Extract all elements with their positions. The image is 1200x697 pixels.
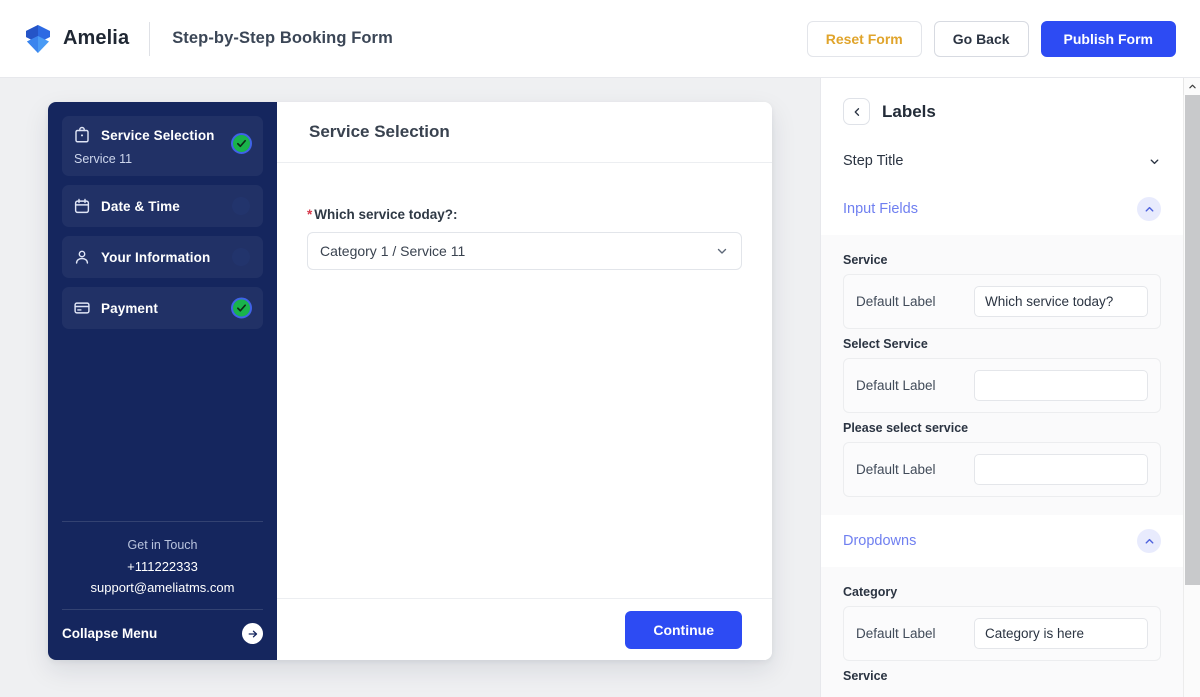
collapse-menu-label: Collapse Menu <box>62 626 158 641</box>
service-select-dropdown[interactable]: Category 1 / Service 11 <box>307 232 742 270</box>
amelia-cube-logo-icon <box>26 24 50 53</box>
scrollbar-thumb[interactable] <box>1185 95 1200 585</box>
labels-panel-title: Labels <box>882 101 936 121</box>
brand-name: Amelia <box>63 27 130 49</box>
group-title-category: Category <box>843 585 898 599</box>
booking-step-date-time[interactable]: Date & Time <box>62 185 263 227</box>
setting-key: Default Label <box>856 294 936 309</box>
group-title-service-dropdown: Service <box>843 669 888 683</box>
brand: Amelia <box>24 24 129 54</box>
chevron-up-icon <box>1188 84 1196 89</box>
service-select-value: Category 1 / Service 11 <box>320 243 466 259</box>
chevron-down-icon <box>715 244 729 258</box>
booking-step-header: Service Selection <box>277 102 772 163</box>
booking-step-label: Payment <box>101 300 158 316</box>
accordion-dropdowns-label: Dropdowns <box>843 533 917 549</box>
accordion-input-fields[interactable]: Input Fields <box>821 183 1183 235</box>
publish-form-button[interactable]: Publish Form <box>1040 20 1176 57</box>
label-setting-row: Default Label Category is here <box>843 606 1161 661</box>
top-header-bar: Amelia Step-by-Step Booking Form Reset F… <box>0 0 1200 78</box>
booking-contact-block: Get in Touch +111222333 support@ameliatm… <box>62 521 263 609</box>
contact-heading: Get in Touch <box>127 538 198 552</box>
continue-button[interactable]: Continue <box>625 610 742 649</box>
setting-key: Default Label <box>856 462 936 477</box>
collapse-menu-button[interactable]: Collapse Menu <box>62 609 263 660</box>
chevron-left-icon[interactable] <box>843 98 870 125</box>
chevron-up-icon <box>1137 197 1161 221</box>
group-title-please-select-service: Please select service <box>843 421 969 435</box>
user-icon <box>73 248 91 266</box>
booking-step-content: * Which service today?: Category 1 / Serv… <box>277 163 772 598</box>
booking-step-label: Your Information <box>101 249 211 265</box>
labels-panel-header: Labels <box>821 78 1183 139</box>
service-field-label-text: Which service today?: <box>314 207 458 222</box>
go-back-button[interactable]: Go Back <box>933 20 1029 57</box>
accordion-step-title[interactable]: Step Title <box>821 139 1183 183</box>
booking-step-label: Service Selection <box>101 127 215 143</box>
label-setting-row: Default Label <box>843 442 1161 497</box>
booking-step-row: Payment <box>73 299 252 317</box>
label-setting-row: Default Label Which service today? <box>843 274 1161 329</box>
scrollbar-track[interactable] <box>1183 95 1200 697</box>
setting-key: Default Label <box>856 378 936 393</box>
booking-step-payment[interactable]: Payment <box>62 287 263 329</box>
setting-value-input[interactable] <box>974 370 1148 401</box>
booking-step-service-selection[interactable]: Service Selection Service 11 <box>62 116 263 176</box>
chevron-up-icon <box>1137 529 1161 553</box>
setting-value-input[interactable] <box>974 454 1148 485</box>
accordion-input-fields-body: Service Default Label Which service toda… <box>821 235 1183 515</box>
setting-key: Default Label <box>856 626 936 641</box>
accordion-step-title-label: Step Title <box>843 153 904 169</box>
contact-phone[interactable]: +111222333 <box>62 559 263 574</box>
calendar-icon <box>73 197 91 215</box>
step-pending-dot <box>232 248 250 266</box>
header-actions: Reset Form Go Back Publish Form <box>806 20 1176 57</box>
setting-value-input[interactable]: Which service today? <box>974 286 1148 317</box>
shopping-bag-icon <box>73 126 91 144</box>
booking-form-card: Service Selection Service 11 Date & Time… <box>48 102 772 660</box>
booking-step-sublabel: Service 11 <box>74 152 133 166</box>
booking-main-area: Service Selection * Which service today?:… <box>277 102 772 660</box>
labels-panel-scroll-content: Labels Step Title Input Fields Service D <box>821 78 1183 697</box>
panel-scrollbar[interactable] <box>1183 78 1200 697</box>
accordion-dropdowns[interactable]: Dropdowns <box>821 515 1183 567</box>
booking-step-row: Your Information <box>73 248 252 266</box>
setting-value-input[interactable]: Category is here <box>974 618 1148 649</box>
labels-settings-panel: Labels Step Title Input Fields Service D <box>820 78 1200 697</box>
chevron-down-icon <box>1148 155 1161 168</box>
accordion-input-fields-label: Input Fields <box>843 201 918 217</box>
booking-steps-list: Service Selection Service 11 Date & Time… <box>48 116 277 338</box>
scrollbar-up-button[interactable] <box>1183 78 1200 95</box>
reset-form-button[interactable]: Reset Form <box>806 20 922 57</box>
booking-step-header-title: Service Selection <box>309 122 450 141</box>
arrow-right-circle-icon <box>242 623 263 644</box>
page-title: Step-by-Step Booking Form <box>172 29 393 47</box>
service-field-label: * Which service today?: <box>307 207 742 222</box>
app-root: Amelia Step-by-Step Booking Form Reset F… <box>0 0 1200 697</box>
group-title-service: Service <box>843 253 888 267</box>
booking-sidebar: Service Selection Service 11 Date & Time… <box>48 102 277 660</box>
booking-step-row: Date & Time <box>73 197 252 215</box>
step-pending-dot <box>232 197 250 215</box>
accordion-dropdowns-body: Category Default Label Category is here … <box>821 567 1183 697</box>
step-complete-check-icon <box>231 133 252 154</box>
credit-card-icon <box>73 299 91 317</box>
booking-footer: Continue <box>277 598 772 660</box>
form-preview-canvas: Service Selection Service 11 Date & Time… <box>0 78 820 697</box>
label-setting-row: Default Label <box>843 358 1161 413</box>
header-divider <box>149 21 151 56</box>
booking-step-your-information[interactable]: Your Information <box>62 236 263 278</box>
group-title-select-service: Select Service <box>843 337 928 351</box>
required-asterisk: * <box>307 207 313 222</box>
step-complete-check-icon <box>231 297 252 319</box>
contact-email[interactable]: support@ameliatms.com <box>62 580 263 595</box>
booking-step-label: Date & Time <box>101 198 180 214</box>
booking-step-row: Service Selection <box>73 126 252 144</box>
